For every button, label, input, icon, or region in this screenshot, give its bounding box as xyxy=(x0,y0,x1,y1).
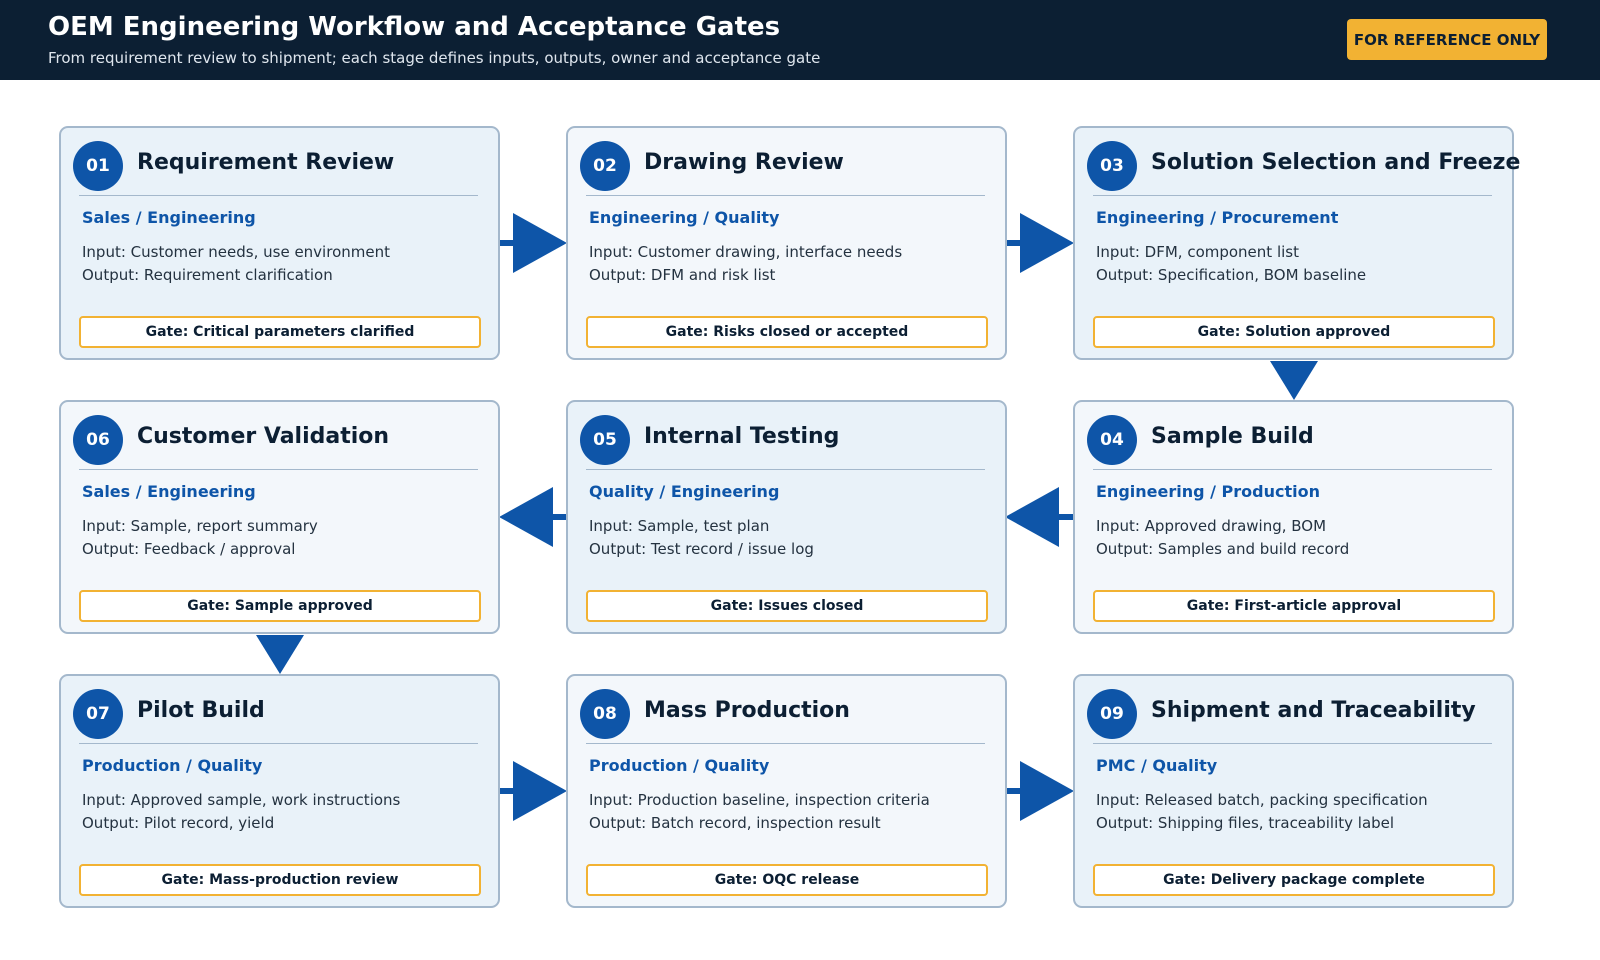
stage-card-09: 09 Shipment and Traceability PMC / Quali… xyxy=(1073,674,1514,908)
stage-title: Internal Testing xyxy=(644,424,840,449)
stage-gate: Gate: Critical parameters clarified xyxy=(79,316,481,348)
divider xyxy=(586,743,985,744)
stage-number-badge: 06 xyxy=(73,415,123,465)
stage-number-badge: 03 xyxy=(1087,141,1137,191)
stage-title: Pilot Build xyxy=(137,698,265,723)
divider xyxy=(1093,469,1492,470)
stage-card-07: 07 Pilot Build Production / Quality Inpu… xyxy=(59,674,500,908)
connector-03-04 xyxy=(1270,361,1318,400)
stage-input: Input: Customer needs, use environment xyxy=(82,243,390,261)
stage-output: Output: DFM and risk list xyxy=(589,266,776,284)
divider xyxy=(586,195,985,196)
stage-card-01: 01 Requirement Review Sales / Engineerin… xyxy=(59,126,500,360)
stage-gate: Gate: OQC release xyxy=(586,864,988,896)
stage-owner: Engineering / Procurement xyxy=(1096,208,1339,227)
stage-input: Input: Sample, test plan xyxy=(589,517,770,535)
stage-owner: Production / Quality xyxy=(82,756,263,775)
stage-input: Input: Approved drawing, BOM xyxy=(1096,517,1327,535)
stage-gate: Gate: Mass-production review xyxy=(79,864,481,896)
stage-owner: PMC / Quality xyxy=(1096,756,1218,775)
stage-output: Output: Requirement clarification xyxy=(82,266,333,284)
page-subtitle: From requirement review to shipment; eac… xyxy=(48,49,821,67)
reference-badge: FOR REFERENCE ONLY xyxy=(1347,19,1547,60)
stage-owner: Production / Quality xyxy=(589,756,770,775)
header-bar: OEM Engineering Workflow and Acceptance … xyxy=(0,0,1600,80)
stage-card-02: 02 Drawing Review Engineering / Quality … xyxy=(566,126,1007,360)
divider xyxy=(1093,743,1492,744)
stage-gate: Gate: Sample approved xyxy=(79,590,481,622)
stage-card-08: 08 Mass Production Production / Quality … xyxy=(566,674,1007,908)
divider xyxy=(79,469,478,470)
divider xyxy=(79,195,478,196)
stage-number-badge: 08 xyxy=(580,689,630,739)
stage-gate: Gate: Solution approved xyxy=(1093,316,1495,348)
stage-title: Customer Validation xyxy=(137,424,390,449)
stage-owner: Sales / Engineering xyxy=(82,482,256,501)
connector-07-08 xyxy=(499,761,567,821)
stage-input: Input: DFM, component list xyxy=(1096,243,1299,261)
connector-04-05 xyxy=(1005,487,1073,547)
stage-gate: Gate: Risks closed or accepted xyxy=(586,316,988,348)
stage-input: Input: Production baseline, inspection c… xyxy=(589,791,930,809)
stage-title: Drawing Review xyxy=(644,150,844,175)
connector-05-06 xyxy=(499,487,567,547)
connector-08-09 xyxy=(1006,761,1074,821)
connector-02-03 xyxy=(1006,213,1074,273)
stage-title: Shipment and Traceability xyxy=(1151,698,1476,723)
stage-output: Output: Pilot record, yield xyxy=(82,814,275,832)
connector-06-07 xyxy=(256,635,304,674)
divider xyxy=(79,743,478,744)
divider xyxy=(586,469,985,470)
stage-title: Sample Build xyxy=(1151,424,1314,449)
stage-output: Output: Shipping files, traceability lab… xyxy=(1096,814,1395,832)
stage-card-04: 04 Sample Build Engineering / Production… xyxy=(1073,400,1514,634)
stage-output: Output: Test record / issue log xyxy=(589,540,814,558)
divider xyxy=(1093,195,1492,196)
stage-title: Mass Production xyxy=(644,698,850,723)
stage-output: Output: Batch record, inspection result xyxy=(589,814,881,832)
stage-gate: Gate: Issues closed xyxy=(586,590,988,622)
stage-output: Output: Feedback / approval xyxy=(82,540,296,558)
stage-card-05: 05 Internal Testing Quality / Engineerin… xyxy=(566,400,1007,634)
stage-output: Output: Specification, BOM baseline xyxy=(1096,266,1367,284)
stage-number-badge: 02 xyxy=(580,141,630,191)
stage-card-06: 06 Customer Validation Sales / Engineeri… xyxy=(59,400,500,634)
stage-input: Input: Customer drawing, interface needs xyxy=(589,243,903,261)
stage-owner: Quality / Engineering xyxy=(589,482,780,501)
stage-number-badge: 09 xyxy=(1087,689,1137,739)
page-title: OEM Engineering Workflow and Acceptance … xyxy=(48,12,781,42)
stage-owner: Sales / Engineering xyxy=(82,208,256,227)
stage-number-badge: 05 xyxy=(580,415,630,465)
stage-owner: Engineering / Quality xyxy=(589,208,780,227)
stage-title: Solution Selection and Freeze xyxy=(1151,150,1521,175)
stage-gate: Gate: Delivery package complete xyxy=(1093,864,1495,896)
stage-output: Output: Samples and build record xyxy=(1096,540,1350,558)
stage-gate: Gate: First-article approval xyxy=(1093,590,1495,622)
stage-owner: Engineering / Production xyxy=(1096,482,1321,501)
stage-card-03: 03 Solution Selection and Freeze Enginee… xyxy=(1073,126,1520,360)
stage-number-badge: 04 xyxy=(1087,415,1137,465)
stage-title: Requirement Review xyxy=(137,150,395,175)
connector-01-02 xyxy=(499,213,567,273)
stage-input: Input: Sample, report summary xyxy=(82,517,318,535)
stage-input: Input: Approved sample, work instruction… xyxy=(82,791,401,809)
stage-number-badge: 07 xyxy=(73,689,123,739)
stage-number-badge: 01 xyxy=(73,141,123,191)
stage-input: Input: Released batch, packing specifica… xyxy=(1096,791,1428,809)
